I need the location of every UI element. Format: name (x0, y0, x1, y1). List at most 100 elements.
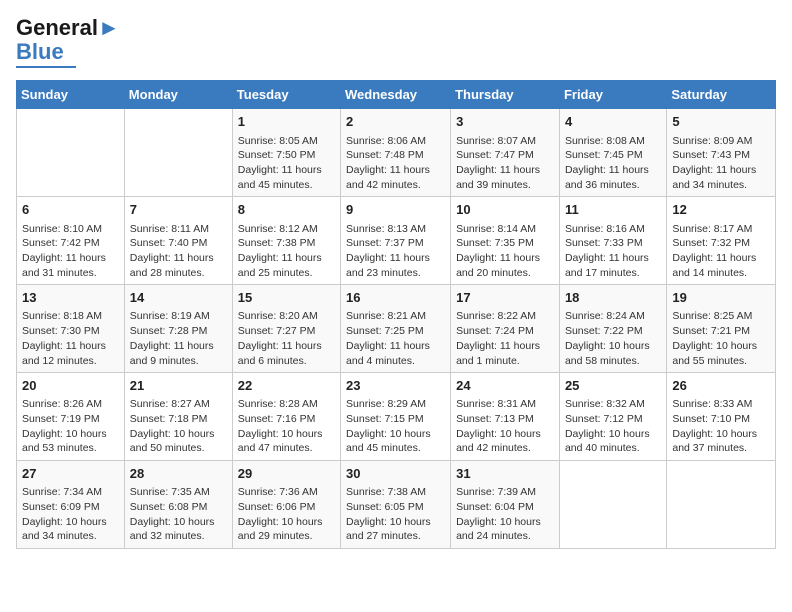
day-number: 29 (238, 465, 335, 483)
calendar-cell: 30 Sunrise: 7:38 AM Sunset: 6:05 PM Dayli… (341, 461, 451, 549)
day-info: Sunrise: 8:28 AM Sunset: 7:16 PM Dayligh… (238, 397, 335, 456)
week-row-4: 20 Sunrise: 8:26 AM Sunset: 7:19 PM Dayli… (17, 373, 776, 461)
day-info: Sunrise: 8:09 AM Sunset: 7:43 PM Dayligh… (672, 134, 770, 193)
calendar-cell: 10 Sunrise: 8:14 AM Sunset: 7:35 PM Dayli… (451, 197, 560, 285)
day-number: 10 (456, 201, 554, 219)
calendar-cell (559, 461, 666, 549)
calendar-cell (124, 109, 232, 197)
day-number: 19 (672, 289, 770, 307)
calendar-cell: 27Sunrise: 7:34 AM Sunset: 6:09 PM Dayli… (17, 461, 125, 549)
day-number: 4 (565, 113, 661, 131)
day-number: 2 (346, 113, 445, 131)
day-number: 21 (130, 377, 227, 395)
day-info: Sunrise: 8:29 AM Sunset: 7:15 PM Dayligh… (346, 397, 445, 456)
calendar-cell: 2 Sunrise: 8:06 AM Sunset: 7:48 PM Daylig… (341, 109, 451, 197)
calendar-cell: 22 Sunrise: 8:28 AM Sunset: 7:16 PM Dayli… (232, 373, 340, 461)
day-number: 13 (22, 289, 119, 307)
day-info: Sunrise: 8:27 AM Sunset: 7:18 PM Dayligh… (130, 397, 227, 456)
day-info: Sunrise: 7:36 AM Sunset: 6:06 PM Dayligh… (238, 485, 335, 544)
calendar-cell (17, 109, 125, 197)
calendar-table: SundayMondayTuesdayWednesdayThursdayFrid… (16, 80, 776, 549)
calendar-cell: 5 Sunrise: 8:09 AM Sunset: 7:43 PM Daylig… (667, 109, 776, 197)
day-number: 5 (672, 113, 770, 131)
calendar-cell: 6 Sunrise: 8:10 AM Sunset: 7:42 PM Daylig… (17, 197, 125, 285)
day-number: 30 (346, 465, 445, 483)
col-header-tuesday: Tuesday (232, 81, 340, 109)
week-row-3: 13 Sunrise: 8:18 AM Sunset: 7:30 PM Dayli… (17, 285, 776, 373)
calendar-cell: 14Sunrise: 8:19 AM Sunset: 7:28 PM Dayli… (124, 285, 232, 373)
day-info: Sunrise: 8:05 AM Sunset: 7:50 PM Dayligh… (238, 134, 335, 193)
calendar-cell: 21 Sunrise: 8:27 AM Sunset: 7:18 PM Dayli… (124, 373, 232, 461)
day-number: 24 (456, 377, 554, 395)
day-number: 15 (238, 289, 335, 307)
day-number: 20 (22, 377, 119, 395)
col-header-monday: Monday (124, 81, 232, 109)
calendar-cell: 20 Sunrise: 8:26 AM Sunset: 7:19 PM Dayli… (17, 373, 125, 461)
day-info: Sunrise: 8:22 AM Sunset: 7:24 PM Dayligh… (456, 309, 554, 368)
day-info: Sunrise: 8:12 AM Sunset: 7:38 PM Dayligh… (238, 222, 335, 281)
calendar-cell: 26 Sunrise: 8:33 AM Sunset: 7:10 PM Dayli… (667, 373, 776, 461)
day-info: Sunrise: 8:18 AM Sunset: 7:30 PM Dayligh… (22, 309, 119, 368)
col-header-friday: Friday (559, 81, 666, 109)
day-number: 3 (456, 113, 554, 131)
day-info: Sunrise: 8:21 AM Sunset: 7:25 PM Dayligh… (346, 309, 445, 368)
day-info: Sunrise: 8:17 AM Sunset: 7:32 PM Dayligh… (672, 222, 770, 281)
week-row-5: 27Sunrise: 7:34 AM Sunset: 6:09 PM Dayli… (17, 461, 776, 549)
day-number: 28 (130, 465, 227, 483)
day-number: 9 (346, 201, 445, 219)
calendar-cell: 7 Sunrise: 8:11 AM Sunset: 7:40 PM Daylig… (124, 197, 232, 285)
day-number: 17 (456, 289, 554, 307)
col-header-sunday: Sunday (17, 81, 125, 109)
day-number: 6 (22, 201, 119, 219)
day-info: Sunrise: 8:33 AM Sunset: 7:10 PM Dayligh… (672, 397, 770, 456)
day-number: 22 (238, 377, 335, 395)
week-row-2: 6 Sunrise: 8:10 AM Sunset: 7:42 PM Daylig… (17, 197, 776, 285)
day-info: Sunrise: 8:08 AM Sunset: 7:45 PM Dayligh… (565, 134, 661, 193)
day-number: 18 (565, 289, 661, 307)
page-header: General► Blue (16, 16, 776, 68)
day-number: 1 (238, 113, 335, 131)
day-info: Sunrise: 8:14 AM Sunset: 7:35 PM Dayligh… (456, 222, 554, 281)
day-number: 11 (565, 201, 661, 219)
day-info: Sunrise: 7:38 AM Sunset: 6:05 PM Dayligh… (346, 485, 445, 544)
calendar-cell: 19 Sunrise: 8:25 AM Sunset: 7:21 PM Dayli… (667, 285, 776, 373)
day-info: Sunrise: 7:39 AM Sunset: 6:04 PM Dayligh… (456, 485, 554, 544)
col-header-saturday: Saturday (667, 81, 776, 109)
day-info: Sunrise: 8:11 AM Sunset: 7:40 PM Dayligh… (130, 222, 227, 281)
day-number: 23 (346, 377, 445, 395)
day-info: Sunrise: 8:31 AM Sunset: 7:13 PM Dayligh… (456, 397, 554, 456)
day-number: 26 (672, 377, 770, 395)
calendar-cell: 18 Sunrise: 8:24 AM Sunset: 7:22 PM Dayli… (559, 285, 666, 373)
logo-underline (16, 66, 76, 68)
week-row-1: 1 Sunrise: 8:05 AM Sunset: 7:50 PM Daylig… (17, 109, 776, 197)
header-row: SundayMondayTuesdayWednesdayThursdayFrid… (17, 81, 776, 109)
day-number: 7 (130, 201, 227, 219)
logo-text: General► (16, 16, 120, 40)
calendar-cell: 29 Sunrise: 7:36 AM Sunset: 6:06 PM Dayli… (232, 461, 340, 549)
calendar-cell: 17 Sunrise: 8:22 AM Sunset: 7:24 PM Dayli… (451, 285, 560, 373)
day-number: 14 (130, 289, 227, 307)
day-info: Sunrise: 8:10 AM Sunset: 7:42 PM Dayligh… (22, 222, 119, 281)
calendar-cell: 24 Sunrise: 8:31 AM Sunset: 7:13 PM Dayli… (451, 373, 560, 461)
calendar-cell (667, 461, 776, 549)
calendar-cell: 31 Sunrise: 7:39 AM Sunset: 6:04 PM Dayli… (451, 461, 560, 549)
calendar-cell: 11Sunrise: 8:16 AM Sunset: 7:33 PM Dayli… (559, 197, 666, 285)
day-info: Sunrise: 8:26 AM Sunset: 7:19 PM Dayligh… (22, 397, 119, 456)
calendar-cell: 9Sunrise: 8:13 AM Sunset: 7:37 PM Daylig… (341, 197, 451, 285)
day-number: 31 (456, 465, 554, 483)
calendar-cell: 1 Sunrise: 8:05 AM Sunset: 7:50 PM Daylig… (232, 109, 340, 197)
calendar-cell: 8Sunrise: 8:12 AM Sunset: 7:38 PM Daylig… (232, 197, 340, 285)
calendar-cell: 15Sunrise: 8:20 AM Sunset: 7:27 PM Dayli… (232, 285, 340, 373)
calendar-cell: 25Sunrise: 8:32 AM Sunset: 7:12 PM Dayli… (559, 373, 666, 461)
calendar-cell: 4 Sunrise: 8:08 AM Sunset: 7:45 PM Daylig… (559, 109, 666, 197)
day-info: Sunrise: 8:06 AM Sunset: 7:48 PM Dayligh… (346, 134, 445, 193)
day-number: 16 (346, 289, 445, 307)
day-info: Sunrise: 8:25 AM Sunset: 7:21 PM Dayligh… (672, 309, 770, 368)
day-number: 27 (22, 465, 119, 483)
logo: General► Blue (16, 16, 120, 68)
calendar-cell: 13 Sunrise: 8:18 AM Sunset: 7:30 PM Dayli… (17, 285, 125, 373)
day-info: Sunrise: 7:35 AM Sunset: 6:08 PM Dayligh… (130, 485, 227, 544)
day-info: Sunrise: 8:24 AM Sunset: 7:22 PM Dayligh… (565, 309, 661, 368)
logo-blue-text: Blue (16, 40, 64, 64)
day-number: 25 (565, 377, 661, 395)
